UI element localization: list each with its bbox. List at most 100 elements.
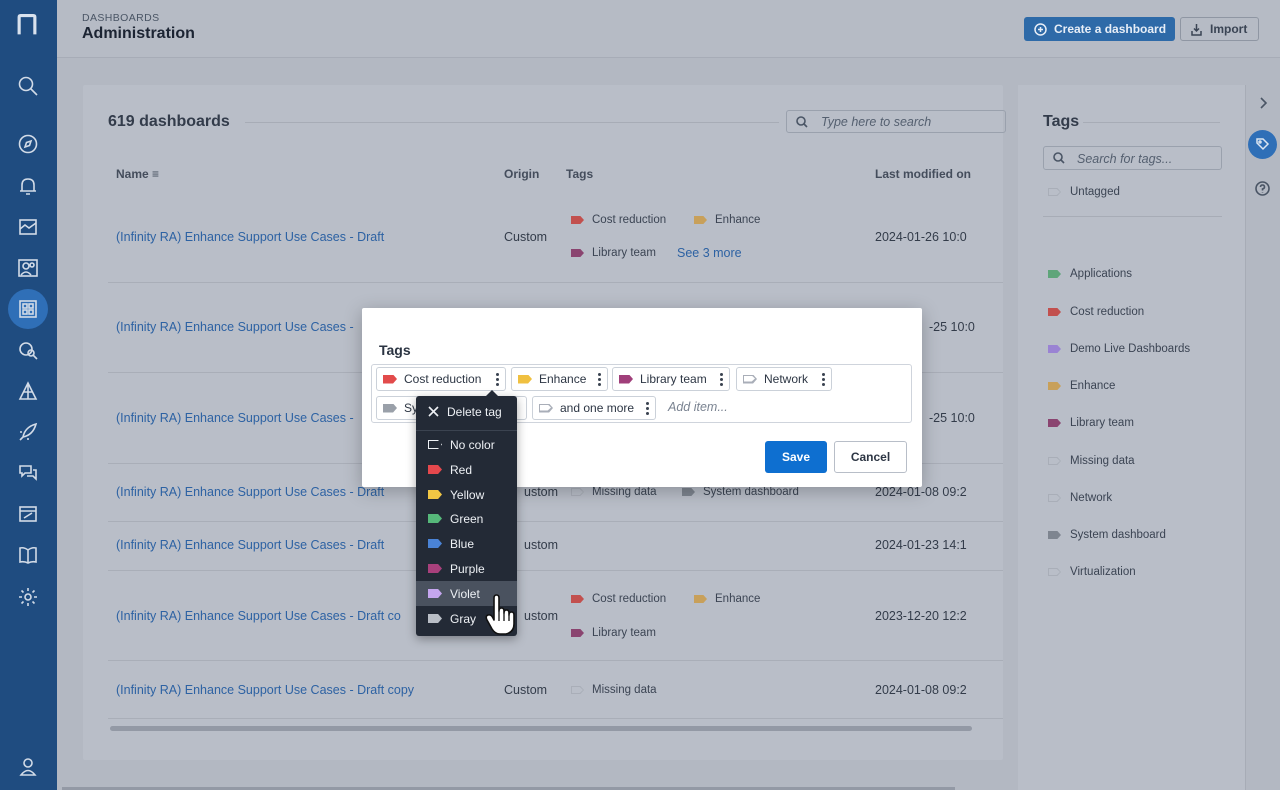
tag-icon: [682, 488, 695, 496]
dashboard-link[interactable]: (Infinity RA) Enhance Support Use Cases …: [116, 538, 384, 552]
tag-icon: [428, 614, 442, 623]
analytics-icon[interactable]: [8, 207, 48, 247]
rocket-icon[interactable]: [8, 412, 48, 452]
tag-icon: [1048, 188, 1061, 196]
column-header-modified[interactable]: Last modified on: [875, 167, 971, 181]
origin-cell: ustom: [524, 609, 559, 623]
tag-search-input[interactable]: Search for tags...: [1043, 146, 1222, 170]
more-options-icon[interactable]: [822, 373, 825, 386]
tag-filter-network[interactable]: Network: [1048, 492, 1112, 504]
tag-chip-more[interactable]: and one more: [532, 396, 656, 420]
users-icon[interactable]: [8, 248, 48, 288]
tag-filter-system-dashboard[interactable]: System dashboard: [1048, 529, 1166, 541]
settings-icon[interactable]: [8, 577, 48, 617]
origin-cell: Custom: [504, 683, 548, 697]
tag-search-placeholder: Search for tags...: [1077, 152, 1173, 166]
tag-icon: [428, 490, 442, 499]
help-icon[interactable]: [1255, 181, 1270, 196]
import-button[interactable]: Import: [1180, 17, 1259, 41]
chat-icon[interactable]: [8, 453, 48, 493]
search-icon[interactable]: [8, 66, 48, 106]
breadcrumb[interactable]: DASHBOARDS: [82, 12, 160, 24]
docs-icon[interactable]: [8, 535, 48, 575]
tag-filter-virtualization[interactable]: Virtualization: [1048, 566, 1136, 578]
divider: [245, 122, 779, 123]
column-header-origin[interactable]: Origin: [504, 167, 539, 181]
more-options-icon[interactable]: [646, 402, 649, 415]
dashboard-link[interactable]: (Infinity RA) Enhance Support Use Cases …: [116, 411, 354, 425]
apps-icon[interactable]: [8, 371, 48, 411]
save-button[interactable]: Save: [765, 441, 827, 473]
tag-enhance[interactable]: Enhance: [694, 593, 760, 605]
tag-icon: [383, 374, 397, 384]
dashboard-link[interactable]: (Infinity RA) Enhance Support Use Cases …: [116, 320, 354, 334]
cancel-button[interactable]: Cancel: [834, 441, 907, 473]
dashboard-link[interactable]: (Infinity RA) Enhance Support Use Cases …: [116, 609, 401, 623]
tag-system-dashboard[interactable]: System dashboard: [682, 486, 799, 498]
color-option-yellow[interactable]: Yellow: [416, 482, 517, 507]
dashboard-link[interactable]: (Infinity RA) Enhance Support Use Cases …: [116, 485, 384, 499]
tags-panel-title: Tags: [1043, 113, 1080, 130]
dashboard-search-input[interactable]: Type here to search: [786, 110, 1006, 133]
tag-enhance[interactable]: Enhance: [694, 214, 760, 226]
tag-icon: [428, 539, 442, 548]
tag-filter-cost-reduction[interactable]: Cost reduction: [1048, 306, 1144, 318]
tags-toggle-icon[interactable]: [1248, 130, 1277, 159]
tag-library-team[interactable]: Library team: [571, 247, 656, 259]
delete-tag-menu-item[interactable]: Delete tag: [416, 399, 517, 424]
tag-icon: [571, 629, 584, 637]
tag-cost-reduction[interactable]: Cost reduction: [571, 214, 666, 226]
tag-icon: [1048, 382, 1061, 390]
tag-chip-cost-reduction[interactable]: Cost reduction: [376, 367, 506, 391]
search-icon: [796, 116, 808, 128]
app-logo[interactable]: [16, 14, 38, 36]
dashboard-count: 619 dashboards: [108, 113, 230, 130]
dashboard-link[interactable]: (Infinity RA) Enhance Support Use Cases …: [116, 683, 414, 697]
color-option-blue[interactable]: Blue: [416, 531, 517, 556]
tag-filter-library-team[interactable]: Library team: [1048, 417, 1134, 429]
tag-icon: [1048, 270, 1061, 278]
tag-filter-missing-data[interactable]: Missing data: [1048, 455, 1135, 467]
tag-missing-data[interactable]: Missing data: [571, 486, 657, 498]
row-divider: [108, 282, 1003, 283]
reports-icon[interactable]: [8, 494, 48, 534]
chevron-right-icon[interactable]: [1258, 97, 1268, 109]
row-divider: [108, 718, 1003, 719]
tag-filter-untagged[interactable]: Untagged: [1048, 186, 1120, 198]
tag-icon: [571, 249, 584, 257]
tag-missing-data[interactable]: Missing data: [571, 684, 657, 696]
dashboard-link[interactable]: (Infinity RA) Enhance Support Use Cases …: [116, 230, 384, 244]
tag-library-team[interactable]: Library team: [571, 627, 656, 639]
profile-icon[interactable]: [8, 746, 48, 786]
column-header-name[interactable]: Name ≡: [116, 167, 159, 181]
tag-icon: [428, 514, 442, 523]
explore-icon[interactable]: [8, 124, 48, 164]
modified-cell: 2024-01-23 14:1: [875, 538, 967, 552]
tag-filter-enhance[interactable]: Enhance: [1048, 380, 1115, 392]
color-option-no-color[interactable]: No color: [416, 432, 517, 457]
more-options-icon[interactable]: [720, 373, 723, 386]
notifications-icon[interactable]: [8, 166, 48, 206]
page-title: Administration: [82, 25, 195, 42]
tag-chip-library-team[interactable]: Library team: [612, 367, 730, 391]
tag-filter-applications[interactable]: Applications: [1048, 268, 1132, 280]
horizontal-scrollbar[interactable]: [110, 726, 972, 731]
create-dashboard-label: Create a dashboard: [1054, 22, 1167, 36]
investigate-icon[interactable]: [8, 330, 48, 370]
modified-cell: -25 10:0: [929, 320, 975, 334]
create-dashboard-button[interactable]: Create a dashboard: [1024, 17, 1175, 41]
color-option-green[interactable]: Green: [416, 506, 517, 531]
tag-cost-reduction[interactable]: Cost reduction: [571, 593, 666, 605]
see-more-link[interactable]: See 3 more: [677, 246, 742, 260]
tag-chip-enhance[interactable]: Enhance: [511, 367, 608, 391]
add-item-input[interactable]: Add item...: [668, 400, 728, 414]
tag-filter-demo-live-dashboards[interactable]: Demo Live Dashboards: [1048, 343, 1190, 355]
dashboards-icon[interactable]: [8, 289, 48, 329]
sort-icon[interactable]: ≡: [152, 167, 159, 181]
color-option-purple[interactable]: Purple: [416, 556, 517, 581]
more-options-icon[interactable]: [598, 373, 601, 386]
tag-chip-network[interactable]: Network: [736, 367, 832, 391]
tags-panel: Tags Search for tags... Untagged Applica…: [1018, 85, 1245, 790]
color-option-red[interactable]: Red: [416, 457, 517, 482]
more-options-icon[interactable]: [496, 373, 499, 386]
